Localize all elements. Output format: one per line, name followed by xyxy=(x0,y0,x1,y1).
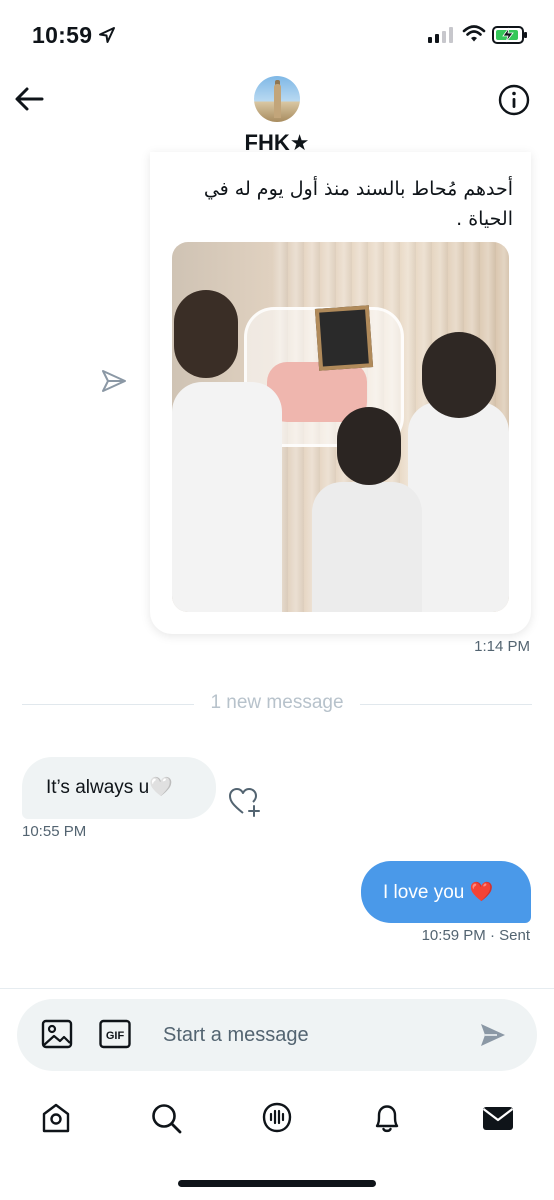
image-icon[interactable] xyxy=(41,1018,73,1050)
new-message-label: 1 new message xyxy=(210,692,344,713)
message-composer: GIF xyxy=(17,999,537,1071)
shared-tweet-card[interactable]: أحدهم مُحاط بالسند منذ أول يوم له في الح… xyxy=(150,152,531,634)
battery-charging-icon xyxy=(492,26,527,44)
gif-icon[interactable]: GIF xyxy=(99,1019,131,1049)
location-arrow-icon xyxy=(99,27,115,43)
share-tweet-icon[interactable] xyxy=(100,367,128,395)
messages-icon[interactable] xyxy=(480,1100,516,1136)
photo-child-right xyxy=(408,402,509,612)
back-arrow-icon[interactable] xyxy=(14,86,44,112)
sent-timestamp: 10:59 PM · Sent xyxy=(421,927,530,944)
info-icon[interactable] xyxy=(498,84,530,116)
gif-label: GIF xyxy=(106,1030,125,1042)
photo-welcome-sign xyxy=(314,305,374,371)
photo-child-left xyxy=(172,382,282,612)
tweet-text: أحدهم مُحاط بالسند منذ أول يوم له في الح… xyxy=(203,178,513,230)
new-message-divider: 1 new message xyxy=(22,692,532,716)
sent-message-bubble[interactable]: I love you ❤️ xyxy=(361,861,531,923)
composer-separator xyxy=(0,988,554,989)
send-icon[interactable] xyxy=(479,1021,507,1049)
received-message-bubble[interactable]: It’s always u🤍 xyxy=(22,757,216,819)
tweet-photo[interactable] xyxy=(172,242,509,612)
photo-child-left-head xyxy=(174,290,238,378)
wifi-icon xyxy=(462,25,486,42)
tweet-timestamp: 1:14 PM xyxy=(474,638,530,655)
home-indicator xyxy=(178,1180,376,1187)
spaces-icon[interactable] xyxy=(259,1100,295,1136)
avatar[interactable] xyxy=(254,76,300,122)
search-icon[interactable] xyxy=(148,1100,184,1136)
cellular-signal-icon xyxy=(428,27,453,43)
message-input[interactable] xyxy=(163,1019,463,1051)
photo-child-right-head xyxy=(422,332,496,418)
home-icon[interactable] xyxy=(38,1100,74,1136)
photo-child-middle xyxy=(312,482,422,612)
photo-child-middle-head xyxy=(337,407,401,485)
received-timestamp: 10:55 PM xyxy=(22,823,87,840)
avatar-tower xyxy=(274,84,281,118)
bottom-nav xyxy=(0,1088,554,1148)
status-bar: 10:59 xyxy=(0,0,554,70)
add-reaction-heart-icon[interactable] xyxy=(228,786,262,818)
status-time: 10:59 xyxy=(32,22,93,48)
notifications-icon[interactable] xyxy=(369,1100,405,1136)
